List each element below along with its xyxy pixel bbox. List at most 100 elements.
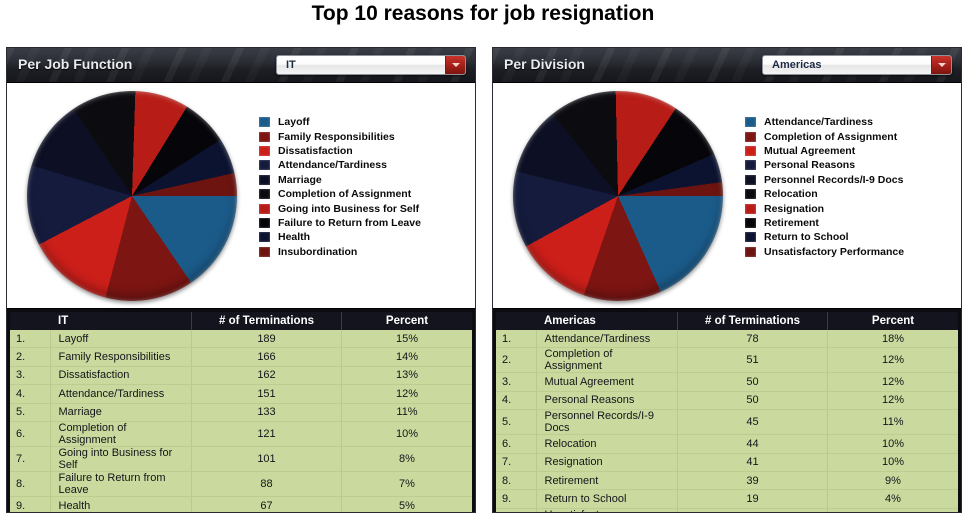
panel-title-right: Per Division xyxy=(504,56,585,72)
cell-count: 162 xyxy=(191,366,342,386)
cell-name: Return to School xyxy=(536,489,678,509)
division-dropdown[interactable]: Americas xyxy=(762,55,952,75)
legend-per-job-function: Layoff Family Responsibilities Dissatisfac… xyxy=(259,115,421,259)
cell-name: Personal Reasons xyxy=(536,391,678,411)
table-row[interactable]: 4. Personal Reasons 50 12% xyxy=(496,391,958,411)
legend-item: Health xyxy=(259,230,421,244)
cell-rank: 4. xyxy=(496,391,537,411)
legend-swatch-icon xyxy=(745,117,756,128)
cell-count: 50 xyxy=(677,372,828,392)
legend-swatch-icon xyxy=(259,160,270,171)
table-row[interactable]: 6. Relocation 44 10% xyxy=(496,434,958,454)
col-terminations: # of Terminations xyxy=(191,312,342,330)
legend-item-label: Unsatisfactory Performance xyxy=(764,245,905,258)
table-row[interactable]: 4. Attendance/Tardiness 151 12% xyxy=(10,384,472,404)
cell-percent: 9% xyxy=(827,471,958,491)
cell-name: Completion of Assignment xyxy=(50,421,192,447)
table-row[interactable]: 10.Unsatisfactory Performance92% xyxy=(496,508,958,512)
table-row[interactable]: 7. Resignation 41 10% xyxy=(496,453,958,472)
table-row[interactable]: 2. Completion of Assignment 51 12% xyxy=(496,347,958,374)
legend-item-label: Dissatisfaction xyxy=(278,144,353,157)
cell-rank: 4. xyxy=(10,384,51,404)
table-body-right: 1. Attendance/Tardiness 78 18% 2. Completion … xyxy=(496,330,958,512)
legend-item: Family Responsibilities xyxy=(259,129,421,143)
cell-count: 88 xyxy=(191,471,342,497)
table-row[interactable]: 7. Going into Business for Self 101 8% xyxy=(10,446,472,472)
cell-rank: 6. xyxy=(496,434,537,454)
cell-name: Family Responsibilities xyxy=(50,347,192,367)
chart-area-left: Layoff Family Responsibilities Dissatisfac… xyxy=(7,83,475,309)
cell-rank: 9. xyxy=(10,496,51,512)
legend-swatch-icon xyxy=(745,131,756,142)
legend-item-label: Completion of Assignment xyxy=(278,188,412,201)
cell-percent: 5% xyxy=(341,496,472,512)
legend-item-label: Layoff xyxy=(278,116,310,129)
legend-item-label: Personnel Records/I-9 Docs xyxy=(764,173,904,186)
table-row[interactable]: 2. Family Responsibilities 166 14% xyxy=(10,347,472,367)
cell-count: 67 xyxy=(191,496,342,512)
cell-name: Retirement xyxy=(536,471,678,491)
table-row[interactable]: 8. Retirement 39 9% xyxy=(496,471,958,491)
cell-percent: 4% xyxy=(827,489,958,509)
legend-swatch-icon xyxy=(259,189,270,200)
cell-name: Attendance/Tardiness xyxy=(50,384,192,404)
table-row[interactable]: 1. Attendance/Tardiness 78 18% xyxy=(496,330,958,349)
legend-swatch-icon xyxy=(745,145,756,156)
table-per-division: Americas # of Terminations Percent 1. Att… xyxy=(496,312,958,512)
legend-swatch-icon xyxy=(259,117,270,128)
job-function-dropdown-value: IT xyxy=(286,59,296,71)
cell-count: 78 xyxy=(677,330,828,349)
table-per-job-function: IT # of Terminations Percent 1. Layoff 189… xyxy=(10,312,472,512)
legend-swatch-icon xyxy=(259,174,270,185)
legend-swatch-icon xyxy=(745,246,756,257)
cell-percent: 10% xyxy=(827,434,958,454)
cell-percent: 10% xyxy=(827,453,958,472)
legend-item: Failure to Return from Leave xyxy=(259,216,421,230)
panel-header-right: Per Division Americas xyxy=(493,48,961,83)
cell-count: 44 xyxy=(677,434,828,454)
legend-swatch-icon xyxy=(745,174,756,185)
cell-count: 151 xyxy=(191,384,342,404)
table-row[interactable]: 9. Health 67 5% xyxy=(10,496,472,512)
cell-percent: 12% xyxy=(827,372,958,392)
table-row[interactable]: 8. Failure to Return from Leave 88 7% xyxy=(10,471,472,497)
table-row[interactable]: 3. Mutual Agreement 50 12% xyxy=(496,372,958,392)
legend-swatch-icon xyxy=(745,217,756,228)
cell-count: 121 xyxy=(191,421,342,447)
cell-percent: 15% xyxy=(341,330,472,349)
table-row[interactable]: 5. Personnel Records/I-9 Docs 45 11% xyxy=(496,409,958,436)
cell-name: Going into Business for Self xyxy=(50,446,192,472)
cell-rank: 2. xyxy=(496,347,537,374)
col-name: IT xyxy=(50,312,192,330)
panel-per-division: Per Division Americas Attendance/Tardine… xyxy=(492,47,962,513)
legend-swatch-icon xyxy=(259,246,270,257)
cell-rank: 6. xyxy=(10,421,51,447)
cell-rank: 8. xyxy=(496,471,537,491)
legend-item: Completion of Assignment xyxy=(259,187,421,201)
table-row[interactable]: 1. Layoff 189 15% xyxy=(10,330,472,349)
legend-swatch-icon xyxy=(745,203,756,214)
chevron-down-icon[interactable] xyxy=(931,56,951,74)
legend-item-label: Family Responsibilities xyxy=(278,130,395,143)
table-wrap-right: Americas # of Terminations Percent 1. Att… xyxy=(493,309,961,512)
table-row[interactable]: 5. Marriage 133 11% xyxy=(10,403,472,422)
legend-item: Attendance/Tardiness xyxy=(745,115,904,129)
table-row[interactable]: 9. Return to School 19 4% xyxy=(496,489,958,509)
cell-name: Relocation xyxy=(536,434,678,454)
col-name: Americas xyxy=(536,312,678,330)
legend-swatch-icon xyxy=(259,145,270,156)
cell-count: 19 xyxy=(677,489,828,509)
cell-percent: 13% xyxy=(341,366,472,386)
cell-count: 45 xyxy=(677,409,828,436)
cell-count: 51 xyxy=(677,347,828,374)
division-dropdown-value: Americas xyxy=(772,59,822,71)
table-row[interactable]: 3. Dissatisfaction 162 13% xyxy=(10,366,472,386)
legend-swatch-icon xyxy=(745,232,756,243)
table-wrap-left: IT # of Terminations Percent 1. Layoff 189… xyxy=(7,309,475,512)
cell-percent: 10% xyxy=(341,421,472,447)
table-row[interactable]: 6. Completion of Assignment 121 10% xyxy=(10,421,472,447)
panel-per-job-function: Per Job Function IT Layoff Family Respons… xyxy=(6,47,476,513)
col-rank xyxy=(496,312,536,330)
chevron-down-icon[interactable] xyxy=(445,56,465,74)
job-function-dropdown[interactable]: IT xyxy=(276,55,466,75)
